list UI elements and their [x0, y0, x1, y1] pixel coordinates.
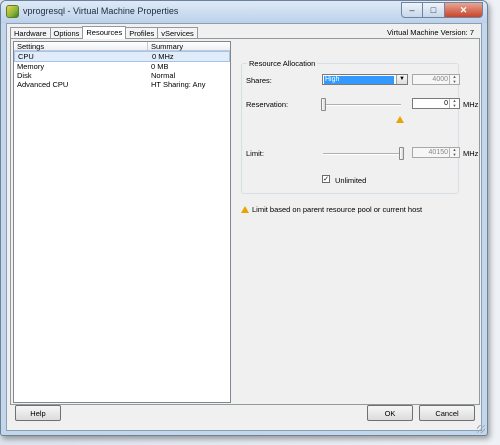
limit-note: Limit based on parent resource pool or c… [241, 205, 422, 214]
reservation-label: Reservation: [246, 100, 289, 109]
settings-list: Settings Summary CPU 0 MHz Memory 0 MB D… [13, 41, 231, 403]
shares-value-field: 4000 ▲ ▼ [412, 74, 460, 85]
resource-allocation-group: Resource Allocation Shares: High ▼ 4000 … [241, 59, 478, 194]
shares-value: 4000 [432, 76, 448, 83]
list-item-advanced-cpu[interactable]: Advanced CPU HT Sharing: Any [14, 80, 230, 89]
setting-name: Memory [17, 62, 45, 71]
limit-unit: MHz [463, 149, 479, 158]
reservation-field[interactable]: 0 ▲ ▼ [412, 98, 460, 109]
reservation-value: 0 [444, 100, 448, 107]
warning-icon [396, 116, 404, 123]
vm-app-icon [6, 5, 19, 18]
vm-version-label: Virtual Machine Version: 7 [387, 28, 474, 37]
setting-name: Disk [17, 71, 32, 80]
title-bar[interactable]: vprogresql - Virtual Machine Properties … [1, 1, 487, 23]
setting-summary: 0 MHz [152, 52, 174, 61]
list-item-memory[interactable]: Memory 0 MB [14, 62, 230, 71]
shares-dropdown[interactable]: High ▼ [322, 74, 408, 85]
shares-label: Shares: [246, 76, 272, 85]
window-title: vprogresql - Virtual Machine Properties [23, 6, 179, 16]
window-controls: – □ ✕ [401, 2, 483, 18]
resize-grip-icon[interactable] [477, 425, 485, 433]
vm-properties-window: vprogresql - Virtual Machine Properties … [0, 0, 488, 436]
minimize-button[interactable]: – [401, 2, 423, 18]
setting-name: Advanced CPU [17, 80, 69, 89]
tab-resources[interactable]: Resources [82, 26, 127, 39]
unlimited-checkbox[interactable]: ✓ [322, 175, 330, 183]
reservation-slider-track[interactable] [323, 104, 401, 106]
unlimited-label[interactable]: Unlimited [335, 176, 366, 185]
spin-down-icon[interactable]: ▼ [450, 103, 459, 109]
setting-summary: HT Sharing: Any [151, 80, 206, 89]
settings-list-header: Settings Summary [14, 42, 230, 51]
limit-slider-track[interactable] [323, 153, 401, 155]
setting-summary: 0 MB [151, 62, 169, 71]
resources-tab-panel: Settings Summary CPU 0 MHz Memory 0 MB D… [10, 38, 480, 405]
shares-selected-value: High [324, 76, 394, 84]
help-button[interactable]: Help [15, 405, 61, 421]
chevron-down-icon[interactable]: ▼ [396, 75, 407, 84]
reservation-slider-thumb[interactable] [321, 98, 326, 111]
list-item-disk[interactable]: Disk Normal [14, 71, 230, 80]
warning-icon [241, 206, 249, 213]
close-button[interactable]: ✕ [445, 2, 483, 18]
setting-name: CPU [18, 52, 34, 61]
list-item-cpu[interactable]: CPU 0 MHz [14, 51, 230, 62]
limit-label: Limit: [246, 149, 264, 158]
reservation-spinner[interactable]: ▲ ▼ [449, 98, 459, 109]
spin-down-icon: ▼ [452, 78, 457, 84]
summary-column-header[interactable]: Summary [148, 42, 230, 51]
limit-note-text: Limit based on parent resource pool or c… [252, 205, 423, 214]
ok-button[interactable]: OK [367, 405, 413, 421]
limit-spinner: ▲ ▼ [449, 147, 459, 157]
settings-column-header[interactable]: Settings [14, 42, 148, 51]
dialog-client-area: Hardware Options Resources Profiles vSer… [6, 23, 482, 431]
limit-value: 40150 [428, 149, 448, 156]
shares-spinner: ▲ ▼ [449, 74, 459, 84]
cancel-button[interactable]: Cancel [419, 405, 475, 421]
limit-field: 40150 ▲ ▼ [412, 147, 460, 158]
spin-down-icon: ▼ [452, 151, 457, 157]
limit-slider-thumb[interactable] [399, 147, 404, 160]
reservation-unit: MHz [463, 100, 479, 109]
resource-allocation-legend: Resource Allocation [247, 59, 318, 68]
maximize-button[interactable]: □ [423, 2, 445, 18]
setting-summary: Normal [151, 71, 176, 80]
